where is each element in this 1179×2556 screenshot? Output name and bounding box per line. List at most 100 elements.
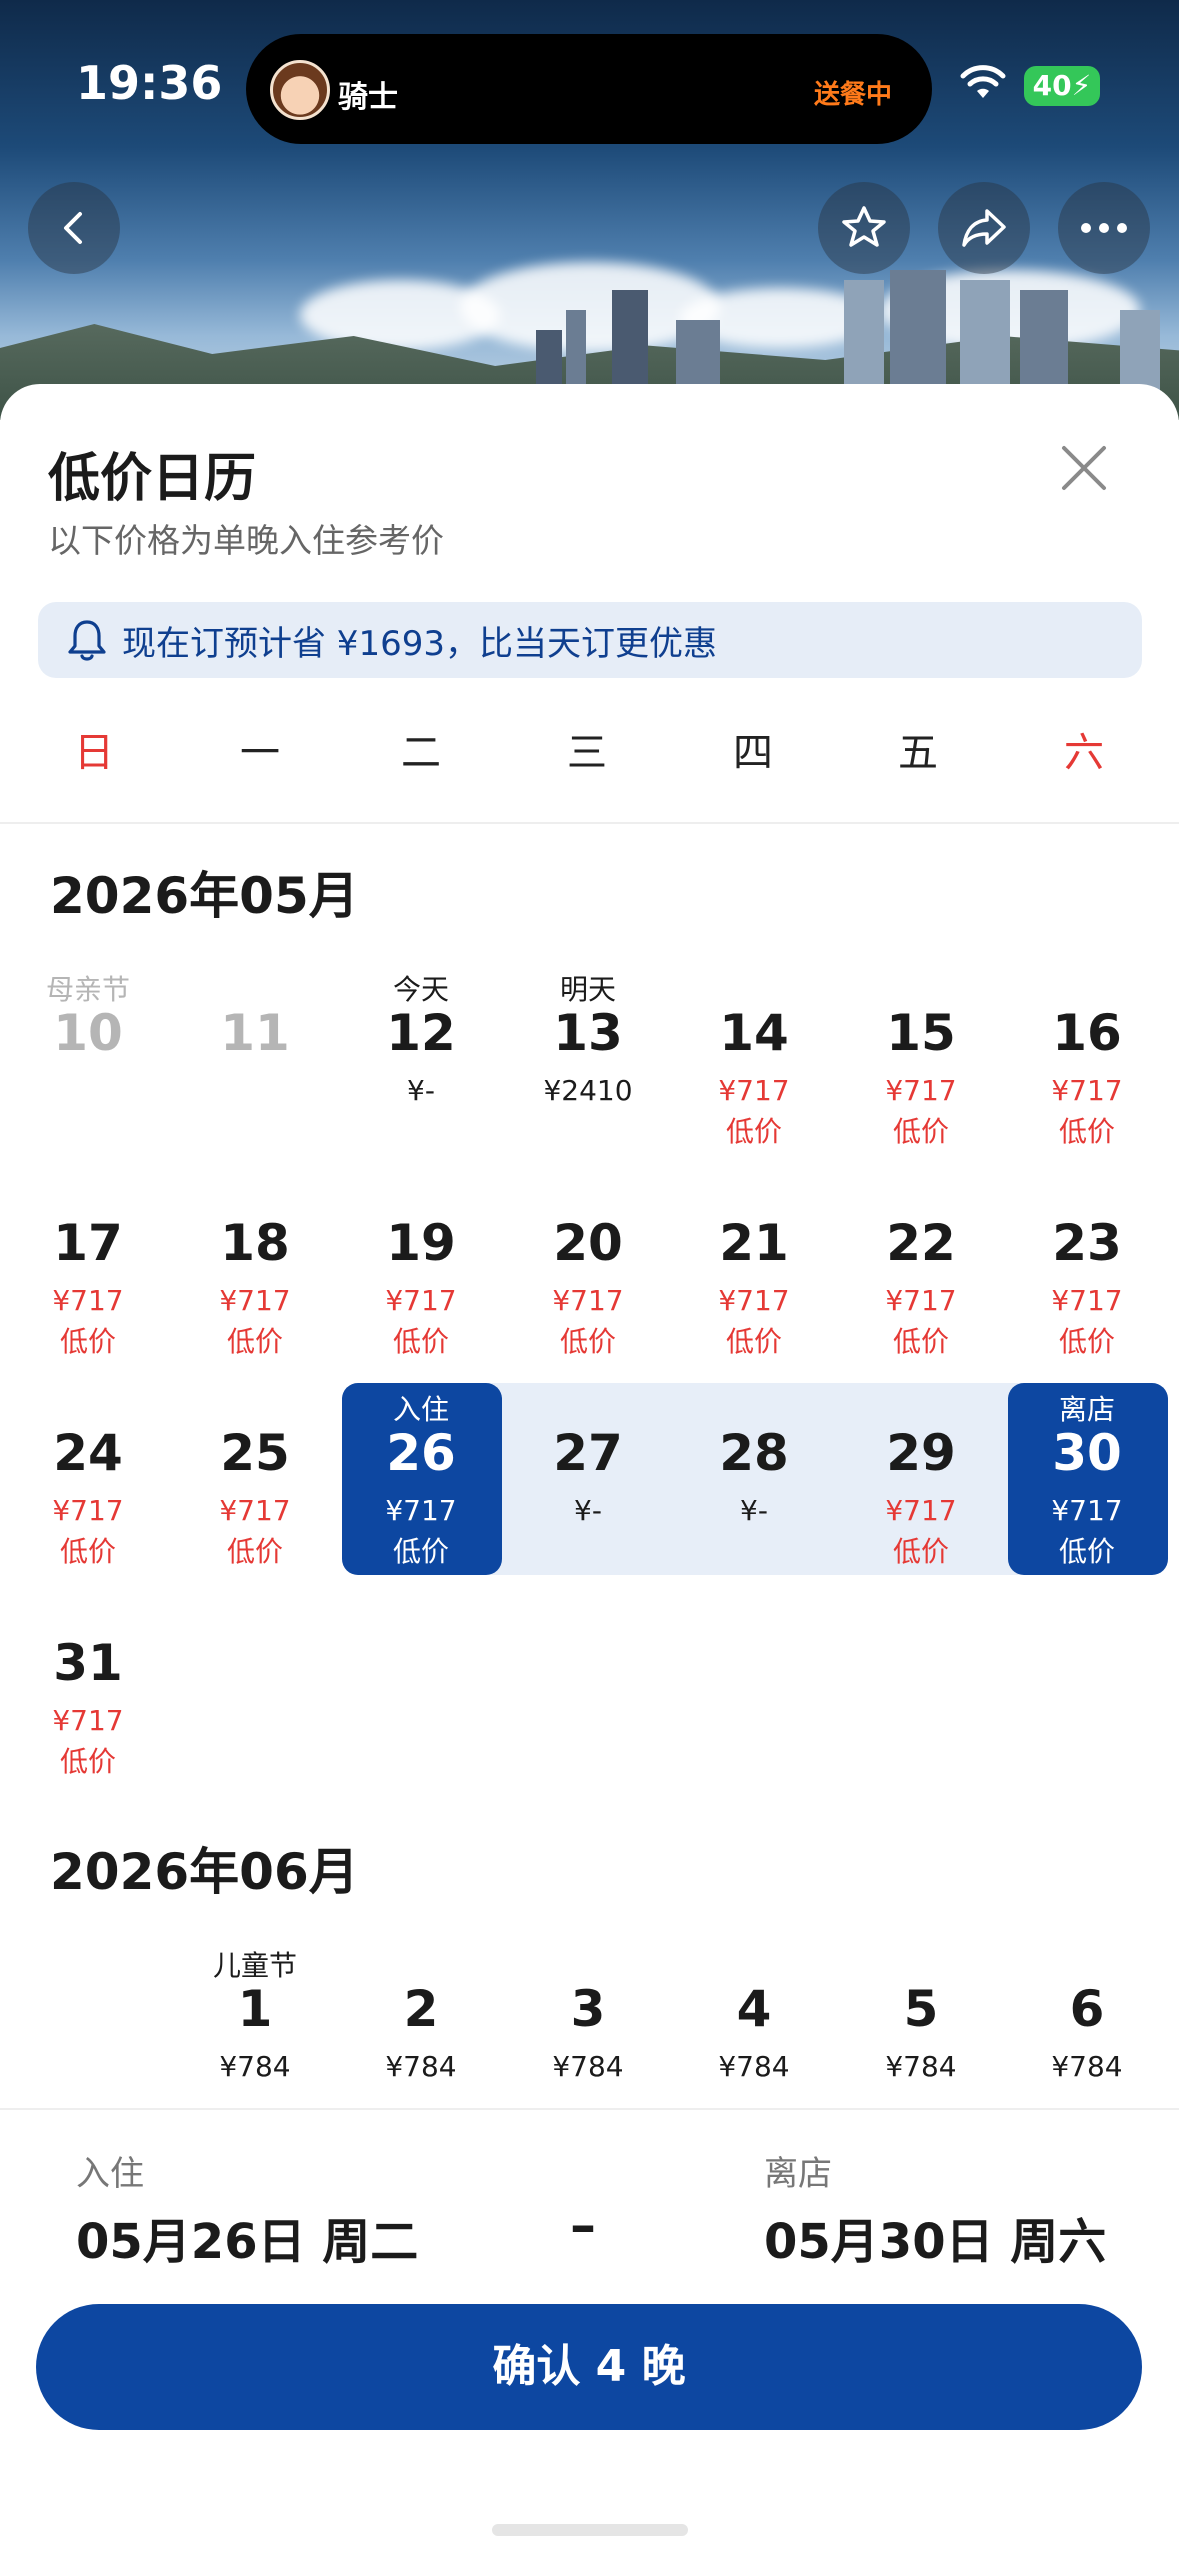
calendar-day: 母亲节 10 xyxy=(4,968,172,1148)
status-time: 19:36 xyxy=(76,56,223,110)
day-price: ¥- xyxy=(740,1494,768,1527)
battery-level: 40 xyxy=(1032,69,1072,102)
delivery-status: 送餐中 xyxy=(813,80,892,110)
day-price: ¥2410 xyxy=(543,1074,633,1107)
low-price-tag: 低价 xyxy=(892,1115,949,1148)
low-price-tag: 低价 xyxy=(59,1535,116,1568)
day-price: ¥784 xyxy=(885,2050,957,2083)
divider xyxy=(0,822,1179,824)
calendar-day[interactable]: 2 ¥784 xyxy=(337,1944,505,2124)
calendar-day[interactable]: 15 ¥717 低价 xyxy=(837,968,1005,1148)
weekday-label: 四 xyxy=(733,730,773,776)
weekday-label: 日 xyxy=(74,730,114,776)
rider-avatar xyxy=(270,60,330,120)
more-button[interactable] xyxy=(1058,182,1150,274)
calendar-day[interactable]: 21 ¥717 低价 xyxy=(670,1178,838,1358)
calendar-day[interactable]: 20 ¥717 低价 xyxy=(504,1178,672,1358)
calendar-day: 11 xyxy=(171,968,339,1148)
weekday-label: 二 xyxy=(401,730,441,776)
low-price-tag: 低价 xyxy=(725,1115,782,1148)
low-price-tag: 低价 xyxy=(392,1535,449,1568)
day-number: 3 xyxy=(570,1980,606,2038)
day-price: ¥717 xyxy=(52,1494,124,1527)
calendar-day[interactable]: 19 ¥717 低价 xyxy=(337,1178,505,1358)
day-price: ¥717 xyxy=(552,1284,624,1317)
day-number: 12 xyxy=(386,1004,456,1062)
day-number: 11 xyxy=(220,1004,290,1062)
battery-icon: 40⚡ xyxy=(1024,66,1100,106)
calendar-day[interactable]: 4 ¥784 xyxy=(670,1944,838,2124)
calendar-day[interactable]: 儿童节 1 ¥784 xyxy=(171,1944,339,2124)
bell-icon xyxy=(68,620,106,661)
calendar-day[interactable]: 5 ¥784 xyxy=(837,1944,1005,2124)
calendar-day[interactable]: 17 ¥717 低价 xyxy=(4,1178,172,1358)
checkout-date[interactable]: 05月30日 周六 xyxy=(764,2202,1106,2272)
close-icon[interactable] xyxy=(1056,440,1112,496)
day-price: ¥717 xyxy=(718,1074,790,1107)
day-number: 14 xyxy=(719,1004,789,1062)
share-button[interactable] xyxy=(938,182,1030,274)
calendar-day[interactable]: 28 ¥- xyxy=(670,1388,838,1568)
wifi-icon xyxy=(960,65,1006,98)
day-price: ¥717 xyxy=(385,1494,457,1527)
day-price: ¥717 xyxy=(1051,1494,1123,1527)
weekday-header: 日一二三四五六 xyxy=(0,720,1179,780)
low-price-tag: 低价 xyxy=(1058,1535,1115,1568)
calendar-day[interactable]: 6 ¥784 xyxy=(1003,1944,1171,2124)
calendar-day[interactable]: 24 ¥717 低价 xyxy=(4,1388,172,1568)
date-range-dash: – xyxy=(570,2196,596,2256)
weekday-label: 三 xyxy=(567,730,607,776)
checkout-label: 离店 xyxy=(764,2154,832,2194)
low-price-tag: 低价 xyxy=(226,1535,283,1568)
calendar-day[interactable]: 25 ¥717 低价 xyxy=(171,1388,339,1568)
calendar-day[interactable]: 16 ¥717 低价 xyxy=(1003,968,1171,1148)
calendar-day[interactable]: 23 ¥717 低价 xyxy=(1003,1178,1171,1358)
favorite-button[interactable] xyxy=(818,182,910,274)
day-price: ¥717 xyxy=(885,1494,957,1527)
calendar-day[interactable]: 22 ¥717 低价 xyxy=(837,1178,1005,1358)
calendar-day[interactable]: 入住 26 ¥717 低价 xyxy=(337,1388,505,1568)
low-price-tag: 低价 xyxy=(59,1325,116,1358)
day-tag: 入住 xyxy=(392,1393,449,1426)
day-tag: 今天 xyxy=(392,973,449,1006)
calendar-day[interactable]: 18 ¥717 低价 xyxy=(171,1178,339,1358)
day-number: 6 xyxy=(1069,1980,1105,2038)
day-number: 13 xyxy=(553,1004,623,1062)
calendar-day[interactable]: 明天 13 ¥2410 xyxy=(504,968,672,1148)
day-price: ¥784 xyxy=(1051,2050,1123,2083)
day-number: 24 xyxy=(53,1424,123,1482)
calendar-day[interactable]: 31 ¥717 低价 xyxy=(4,1598,172,1778)
confirm-nights-button[interactable]: 确认 4 晚 xyxy=(36,2304,1142,2430)
savings-notice-text: 现在订预计省 ¥1693，比当天订更优惠 xyxy=(122,623,717,664)
day-price: ¥717 xyxy=(885,1284,957,1317)
calendar-day[interactable]: 29 ¥717 低价 xyxy=(837,1388,1005,1568)
day-price: ¥784 xyxy=(552,2050,624,2083)
calendar-day[interactable]: 离店 30 ¥717 低价 xyxy=(1003,1388,1171,1568)
day-number: 18 xyxy=(220,1214,290,1272)
back-button[interactable] xyxy=(28,182,120,274)
day-price: ¥717 xyxy=(718,1284,790,1317)
day-tag: 母亲节 xyxy=(45,973,130,1006)
calendar-day[interactable]: 14 ¥717 低价 xyxy=(670,968,838,1148)
day-tag: 儿童节 xyxy=(212,1949,297,1982)
dynamic-island-delivery[interactable]: 骑士 送餐中 xyxy=(246,34,932,144)
weekday-label: 六 xyxy=(1064,730,1104,776)
day-price: ¥784 xyxy=(385,2050,457,2083)
day-price: ¥717 xyxy=(1051,1284,1123,1317)
day-number: 30 xyxy=(1052,1424,1122,1482)
day-price: ¥717 xyxy=(385,1284,457,1317)
day-number: 25 xyxy=(220,1424,290,1482)
calendar-day[interactable]: 27 ¥- xyxy=(504,1388,672,1568)
day-number: 19 xyxy=(386,1214,456,1272)
home-indicator xyxy=(492,2524,688,2536)
day-number: 22 xyxy=(886,1214,956,1272)
share-arrow-icon xyxy=(962,209,1006,247)
day-number: 5 xyxy=(903,1980,939,2038)
calendar-day[interactable]: 今天 12 ¥- xyxy=(337,968,505,1148)
day-price: ¥717 xyxy=(219,1284,291,1317)
day-price: ¥717 xyxy=(219,1494,291,1527)
more-dots-icon xyxy=(1081,223,1127,233)
calendar-day[interactable]: 3 ¥784 xyxy=(504,1944,672,2124)
checkin-date[interactable]: 05月26日 周二 xyxy=(76,2202,418,2272)
day-number: 1 xyxy=(237,1980,273,2038)
